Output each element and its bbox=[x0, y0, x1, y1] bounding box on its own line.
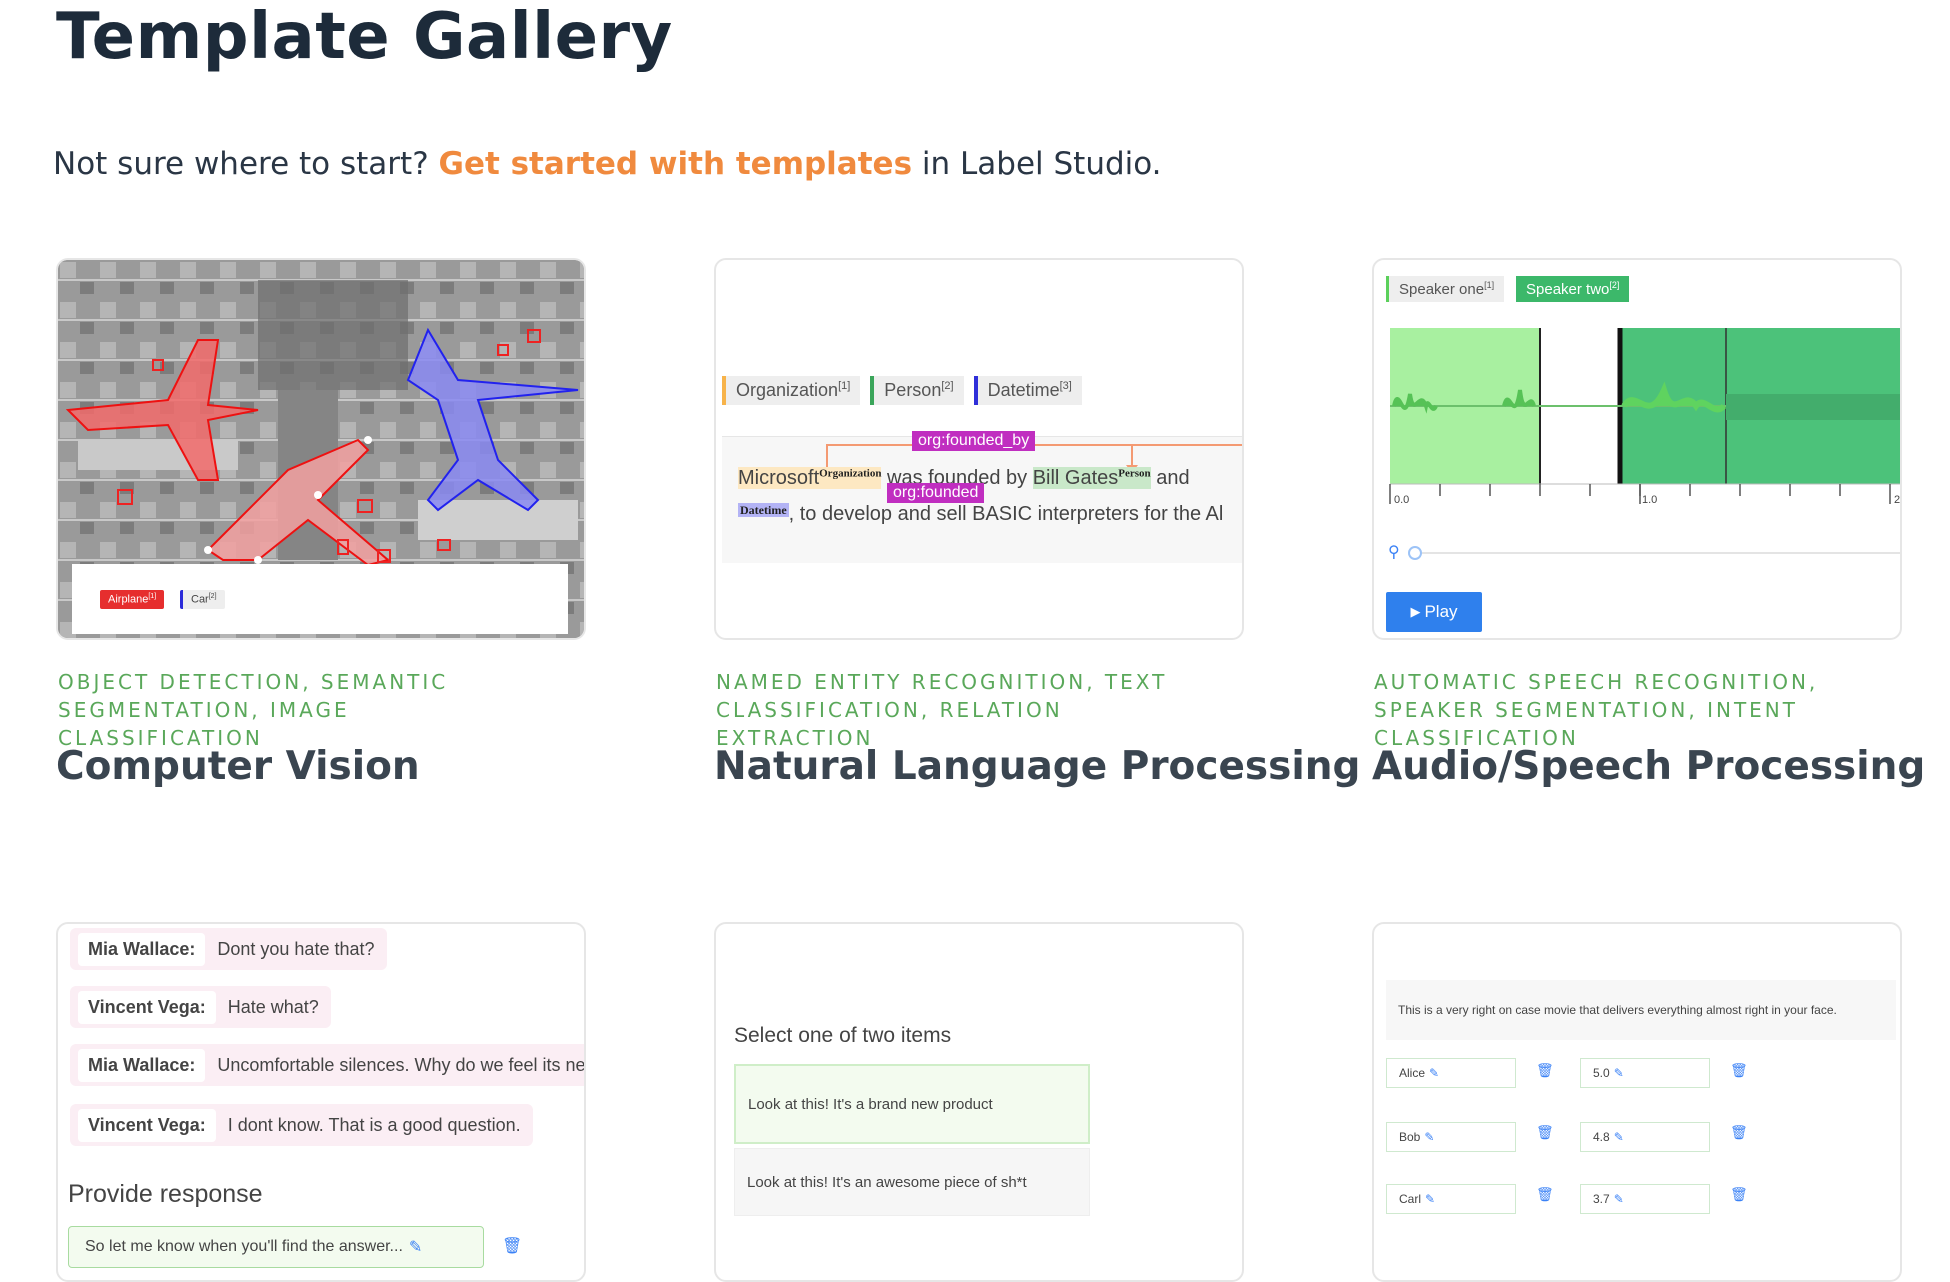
name-field[interactable]: Bob ✎ bbox=[1386, 1122, 1516, 1152]
score-field[interactable]: 3.7 ✎ bbox=[1580, 1184, 1710, 1214]
chat-message: Vincent Vega: Hate what? bbox=[70, 986, 331, 1028]
person-label[interactable]: Person[2] bbox=[870, 376, 964, 405]
tick-label: 0.0 bbox=[1394, 494, 1410, 506]
review-text: This is a very right on case movie that … bbox=[1386, 980, 1896, 1040]
delete-icon[interactable]: 🗑 bbox=[502, 1236, 522, 1256]
edit-icon: ✎ bbox=[1429, 1066, 1440, 1080]
card-tags: NAMED ENTITY RECOGNITION, TEXT CLASSIFIC… bbox=[716, 670, 1168, 750]
card-tags: OBJECT DETECTION, SEMANTIC SEGMENTATION,… bbox=[58, 670, 449, 750]
delete-icon[interactable]: 🗑 bbox=[1730, 1124, 1748, 1141]
delete-icon[interactable]: 🗑 bbox=[1730, 1186, 1748, 1203]
entity-bill-gates[interactable]: Bill GatesPerson bbox=[1032, 467, 1151, 489]
entity-microsoft[interactable]: MicrosoftOrganization bbox=[738, 467, 882, 489]
edit-icon: ✎ bbox=[1425, 1192, 1436, 1206]
card-tags: AUTOMATIC SPEECH RECOGNITION, SPEAKER SE… bbox=[1374, 670, 1819, 750]
play-label: Play bbox=[1424, 602, 1458, 621]
rating-card[interactable]: This is a very right on case movie that … bbox=[1372, 922, 1902, 1282]
card-title[interactable]: Audio/Speech Processing bbox=[1372, 744, 1925, 789]
tick-label: 1.0 bbox=[1642, 494, 1658, 506]
ner-text-plain: and bbox=[1150, 467, 1190, 489]
audio-card[interactable]: Speaker one[1] Speaker two[2] 0.0 1.0 2 … bbox=[1372, 258, 1902, 640]
datetime-label[interactable]: Datetime[3] bbox=[973, 376, 1082, 405]
name-field[interactable]: Alice ✎ bbox=[1386, 1058, 1516, 1088]
tick-label: 2 bbox=[1894, 494, 1901, 506]
organization-label[interactable]: Organization[1] bbox=[722, 376, 861, 405]
response-text: So let me know when you'll find the answ… bbox=[85, 1238, 403, 1255]
label-legend: Airplane[1] Car[2] bbox=[72, 564, 568, 634]
score-field[interactable]: 5.0 ✎ bbox=[1580, 1058, 1710, 1088]
ner-text-area: org:founded_by MicrosoftOrganization was… bbox=[722, 431, 1242, 563]
response-field[interactable]: So let me know when you'll find the answ… bbox=[68, 1226, 484, 1268]
intro-text: Not sure where to start? Get started wit… bbox=[53, 146, 1162, 182]
zoom-out-icon[interactable]: ⚲ bbox=[1388, 542, 1400, 562]
zoom-slider[interactable] bbox=[1408, 546, 1900, 560]
name-field[interactable]: Carl ✎ bbox=[1386, 1184, 1516, 1214]
card-title[interactable]: Computer Vision bbox=[56, 744, 420, 789]
speaker-two-label[interactable]: Speaker two[2] bbox=[1516, 276, 1630, 302]
conversational-ai-card[interactable]: Mia Wallace: Dont you hate that? Vincent … bbox=[56, 922, 586, 1282]
entity-datetime[interactable]: Datetime bbox=[738, 503, 789, 517]
relation-founded-by[interactable]: org:founded_by bbox=[912, 431, 1036, 451]
delete-icon[interactable]: 🗑 bbox=[1536, 1124, 1554, 1141]
card-title[interactable]: Natural Language Processing bbox=[714, 744, 1360, 789]
edit-icon: ✎ bbox=[1424, 1130, 1435, 1144]
intro-suffix: in Label Studio. bbox=[912, 146, 1162, 182]
response-heading: Provide response bbox=[68, 1180, 263, 1208]
nlp-card[interactable]: Organization[1] Person[2] Datetime[3] org:… bbox=[714, 258, 1244, 640]
pairwise-card[interactable]: Select one of two items Look at this! It… bbox=[714, 922, 1244, 1282]
speaker-one-label[interactable]: Speaker one[1] bbox=[1386, 276, 1505, 302]
edit-icon: ✎ bbox=[1613, 1130, 1624, 1144]
ner-text-plain: , to develop and sell BASIC interpreters… bbox=[788, 503, 1224, 525]
car-label[interactable]: Car[2] bbox=[180, 590, 225, 609]
airplane-label[interactable]: Airplane[1] bbox=[100, 590, 165, 609]
delete-icon[interactable]: 🗑 bbox=[1536, 1062, 1554, 1079]
ner-labels: Organization[1] Person[2] Datetime[3] bbox=[722, 376, 1092, 405]
computer-vision-card[interactable]: Airplane[1] Car[2] bbox=[56, 258, 586, 640]
play-button[interactable]: ▶ Play bbox=[1386, 592, 1482, 632]
intro-prefix: Not sure where to start? bbox=[53, 146, 439, 182]
chat-message: Vincent Vega: I dont know. That is a good… bbox=[70, 1104, 533, 1146]
page-title: Template Gallery bbox=[56, 0, 673, 74]
relation-founded[interactable]: org:founded bbox=[887, 483, 985, 503]
edit-icon[interactable]: ✎ bbox=[409, 1237, 422, 1257]
pairwise-heading: Select one of two items bbox=[734, 1024, 952, 1047]
pairwise-item-a[interactable]: Look at this! It's a brand new product bbox=[734, 1064, 1090, 1144]
delete-icon[interactable]: 🗑 bbox=[1730, 1062, 1748, 1079]
audio-waveform[interactable] bbox=[1374, 324, 1902, 524]
edit-icon: ✎ bbox=[1613, 1192, 1624, 1206]
get-started-link[interactable]: Get started with templates bbox=[439, 146, 913, 182]
score-field[interactable]: 4.8 ✎ bbox=[1580, 1122, 1710, 1152]
pairwise-item-b[interactable]: Look at this! It's an awesome piece of s… bbox=[734, 1148, 1090, 1216]
zoom-slider-handle[interactable] bbox=[1408, 546, 1422, 560]
ner-line-2: Datetime, to develop and sell BASIC inte… bbox=[738, 503, 1223, 526]
play-icon: ▶ bbox=[1410, 604, 1421, 619]
delete-icon[interactable]: 🗑 bbox=[1536, 1186, 1554, 1203]
edit-icon: ✎ bbox=[1613, 1066, 1624, 1080]
chat-message: Mia Wallace: Uncomfortable silences. Why … bbox=[70, 1044, 584, 1086]
chat-message: Mia Wallace: Dont you hate that? bbox=[70, 928, 387, 970]
